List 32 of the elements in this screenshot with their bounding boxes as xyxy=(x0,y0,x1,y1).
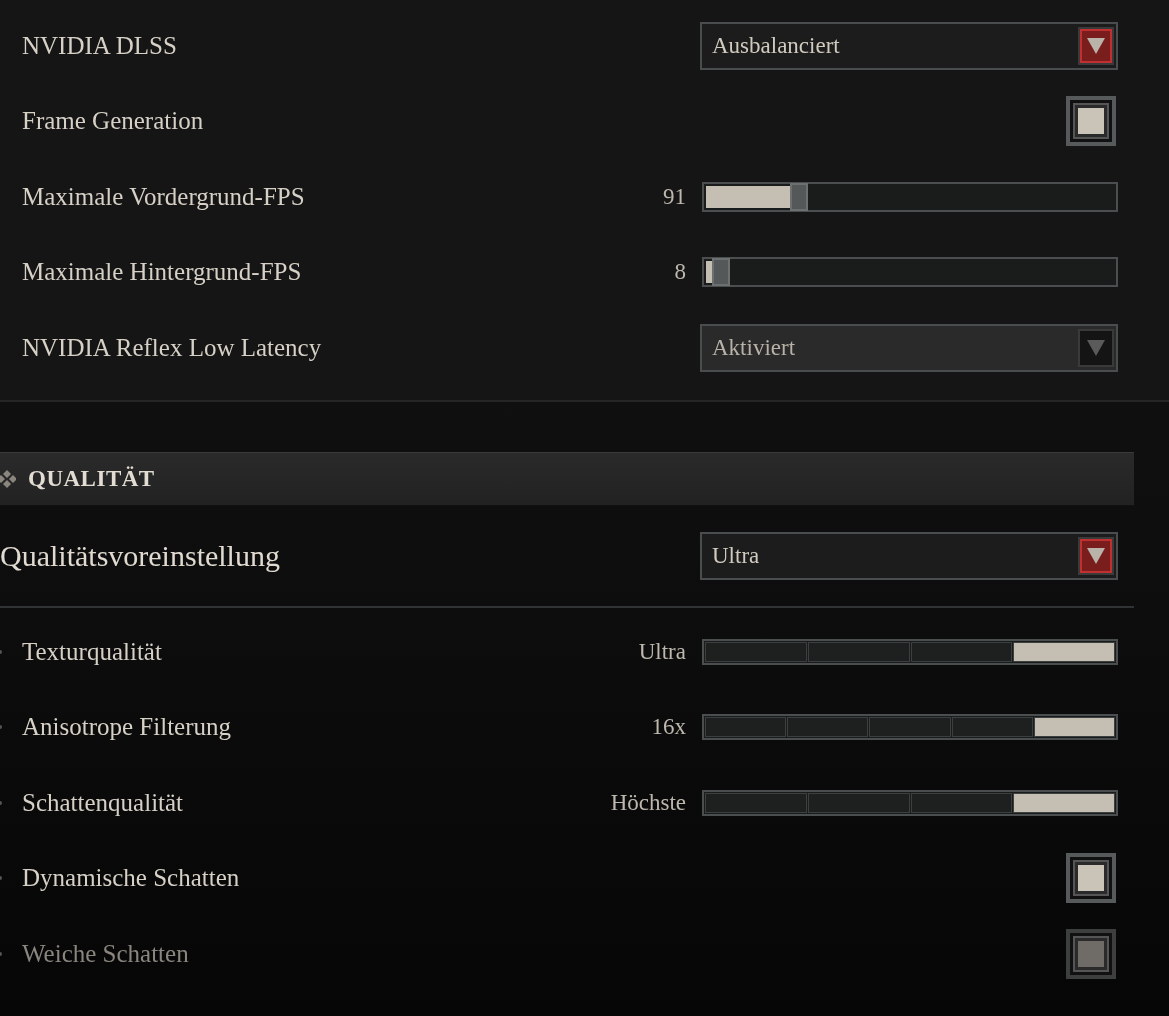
setting-label: Qualitätsvoreinstellung xyxy=(0,539,281,573)
diamond-icon xyxy=(0,469,16,489)
step-bar[interactable] xyxy=(702,714,1118,741)
slider-thumb[interactable] xyxy=(790,182,809,211)
slider[interactable] xyxy=(702,181,1118,212)
checkbox[interactable] xyxy=(1066,96,1116,147)
step-segment[interactable] xyxy=(1014,642,1114,661)
setting-label: NVIDIA DLSS xyxy=(22,31,177,60)
setting-label: Dynamische Schatten xyxy=(22,864,240,893)
dropdown[interactable]: Ausbalanciert xyxy=(700,21,1118,70)
setting-value: 16x xyxy=(651,714,686,741)
setting-label: Frame Generation xyxy=(22,107,204,136)
section-title: QUALITÄT xyxy=(28,466,155,492)
setting-value: Höchste xyxy=(610,789,686,816)
setting-label: Anisotrope Filterung xyxy=(22,713,231,742)
slider-value: 8 xyxy=(674,259,686,286)
slider[interactable] xyxy=(702,257,1118,288)
setting-value: Ultra xyxy=(638,638,686,665)
setting-label: Weiche Schatten xyxy=(22,939,189,968)
step-segment[interactable] xyxy=(1034,718,1114,737)
step-bar[interactable] xyxy=(702,789,1118,816)
setting-label: Maximale Hintergrund-FPS xyxy=(22,258,302,287)
step-bar[interactable] xyxy=(702,638,1118,665)
setting-label: Maximale Vordergrund-FPS xyxy=(22,182,305,211)
dropdown[interactable]: Ultra xyxy=(700,532,1118,580)
slider-thumb[interactable] xyxy=(712,258,731,287)
checkbox[interactable] xyxy=(1066,853,1116,904)
slider-value: 91 xyxy=(663,183,686,210)
step-segment[interactable] xyxy=(1014,793,1114,812)
setting-label: Texturqualität xyxy=(22,637,162,666)
setting-label: Schattenqualität xyxy=(22,788,184,817)
setting-label: NVIDIA Reflex Low Latency xyxy=(22,333,322,362)
